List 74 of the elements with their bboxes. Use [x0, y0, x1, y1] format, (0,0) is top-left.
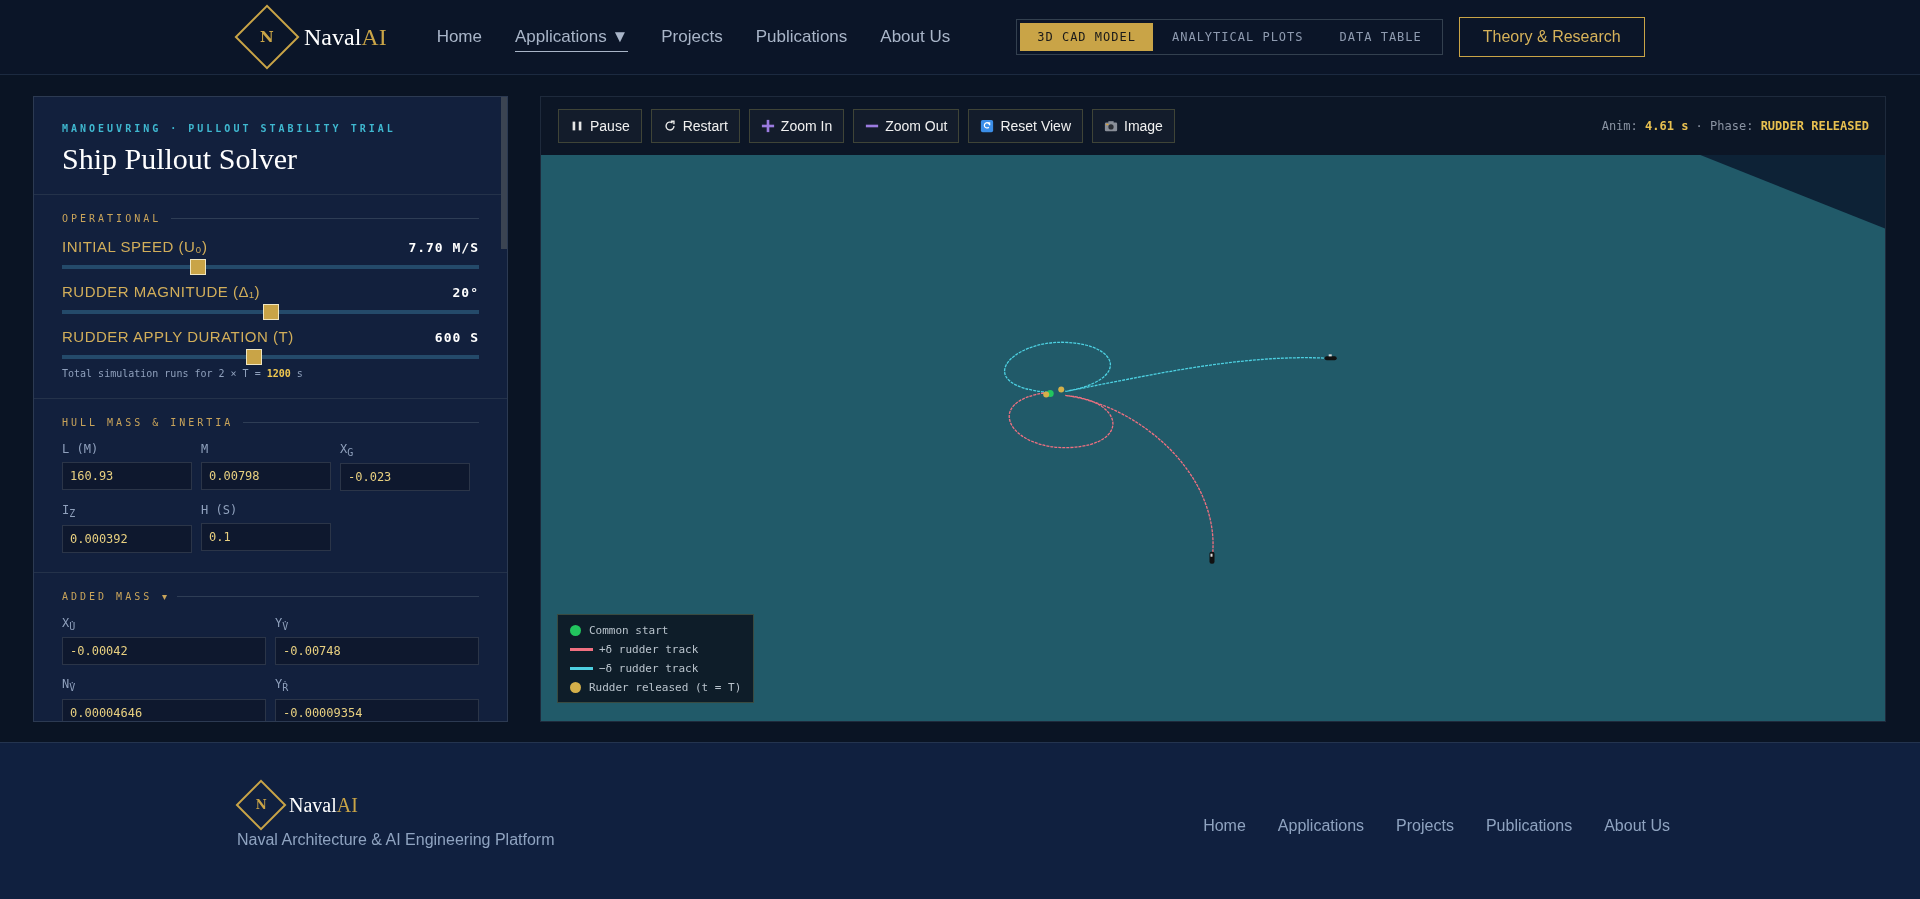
input-field[interactable]: 0.00004646 — [62, 698, 266, 721]
input-field[interactable]: -0.00042 — [62, 637, 266, 666]
field-label: L (M) — [62, 442, 100, 457]
ship-icon — [1209, 551, 1215, 564]
field-label: X$_{U̇}$ — [62, 615, 77, 633]
slider-value: 20° — [452, 285, 479, 300]
field-label: X$_{G}$ — [340, 442, 355, 459]
animation-status: Anim: 4.61 s · Phase: RUDDER RELEASED — [1601, 119, 1869, 133]
legend-label: +δ rudder track — [599, 642, 699, 656]
toolbar-button[interactable]: Zoom Out — [853, 109, 960, 143]
input-field[interactable]: -0.00009354 — [275, 698, 479, 721]
camera-icon — [1104, 119, 1118, 133]
view-tab[interactable]: ANALYTICAL PLOTS — [1154, 23, 1321, 51]
slider-label: RUDDER MAGNITUDE (Δ₁) — [62, 283, 261, 300]
slider-thumb[interactable] — [246, 349, 263, 365]
logo-letter: N — [255, 798, 267, 812]
input-field[interactable]: 0.1 — [201, 523, 331, 552]
toolbar-button[interactable]: Image — [1092, 109, 1175, 143]
nav-link[interactable]: Publications — [755, 22, 848, 52]
panel-title: Ship Pullout Solver — [62, 142, 299, 176]
ship-icon — [1324, 354, 1337, 361]
refresh-icon — [980, 119, 995, 133]
logo-text[interactable]: NavalAI — [304, 23, 387, 51]
footer-link[interactable]: Applications — [1277, 817, 1365, 839]
panel-eyebrow: MANOEUVRING · PULLOUT STABILITY TRIAL — [62, 123, 397, 134]
legend-label: Common start — [589, 623, 669, 637]
legend-label: Rudder released (t = T) — [589, 680, 742, 694]
field-label: H (S) — [201, 503, 239, 519]
slider-label: INITIAL SPEED (U₀) — [62, 238, 208, 255]
caret-icon[interactable]: ▾ — [162, 590, 168, 602]
view-tab[interactable]: DATA TABLE — [1322, 23, 1439, 51]
input-field[interactable]: -0.00748 — [275, 637, 479, 666]
toolbar-button[interactable]: Restart — [650, 109, 740, 143]
input-field[interactable]: 160.93 — [62, 462, 192, 490]
release-marker — [1058, 386, 1065, 393]
legend-label: −δ rudder track — [599, 661, 699, 675]
logo-text[interactable]: NavalAI — [289, 793, 358, 817]
field-label: I$_{Z}$ — [62, 503, 77, 520]
slider-label: RUDDER APPLY DURATION (T) — [62, 328, 294, 345]
toolbar-button[interactable]: Pause — [558, 109, 642, 143]
slider-value: 600 S — [434, 330, 479, 345]
input-field[interactable]: 0.00798 — [201, 462, 331, 490]
field-label: Y$_{Ṙ}$ — [275, 677, 290, 694]
footer-link[interactable]: Projects — [1396, 817, 1454, 839]
logo-letter: N — [260, 28, 274, 46]
section-title: OPERATIONAL — [62, 213, 162, 224]
nav-link[interactable]: Home — [436, 22, 482, 52]
nav-link[interactable]: Applications ▼ — [515, 22, 629, 52]
footer-tagline: Naval Architecture & AI Engineering Platform — [237, 831, 555, 849]
pause-icon — [570, 119, 584, 133]
slider-value: 7.70 M/S — [408, 240, 479, 255]
field-label: N$_{V̇}$ — [62, 677, 77, 694]
scrollbar[interactable] — [501, 97, 507, 249]
toolbar-button[interactable]: Reset View — [968, 109, 1083, 143]
simulation-note: Total simulation runs for 2 × T = 1200 s — [62, 368, 304, 379]
field-label: Y$_{V̇}$ — [275, 615, 290, 633]
field-label: M — [201, 442, 210, 457]
release-marker — [1043, 391, 1050, 398]
section-title: ADDED MASS — [62, 590, 153, 602]
slider-thumb[interactable] — [262, 304, 279, 320]
toolbar-button[interactable]: Zoom In — [748, 109, 845, 143]
plus-icon — [760, 119, 775, 133]
input-field[interactable]: 0.000392 — [62, 524, 192, 553]
slider-thumb[interactable] — [190, 259, 207, 275]
footer-link[interactable]: About Us — [1604, 817, 1670, 839]
view-tab[interactable]: 3D CAD MODEL — [1020, 23, 1153, 51]
footer-link[interactable]: Home — [1203, 817, 1246, 839]
theory-research-button[interactable]: Theory & Research — [1458, 17, 1645, 57]
nav-link[interactable]: About Us — [880, 22, 951, 52]
nav-link[interactable]: Projects — [661, 22, 723, 52]
footer-link[interactable]: Publications — [1485, 817, 1573, 839]
input-field[interactable]: -0.023 — [340, 463, 470, 492]
restart-icon — [662, 119, 677, 133]
section-title: HULL MASS & INERTIA — [62, 417, 234, 428]
